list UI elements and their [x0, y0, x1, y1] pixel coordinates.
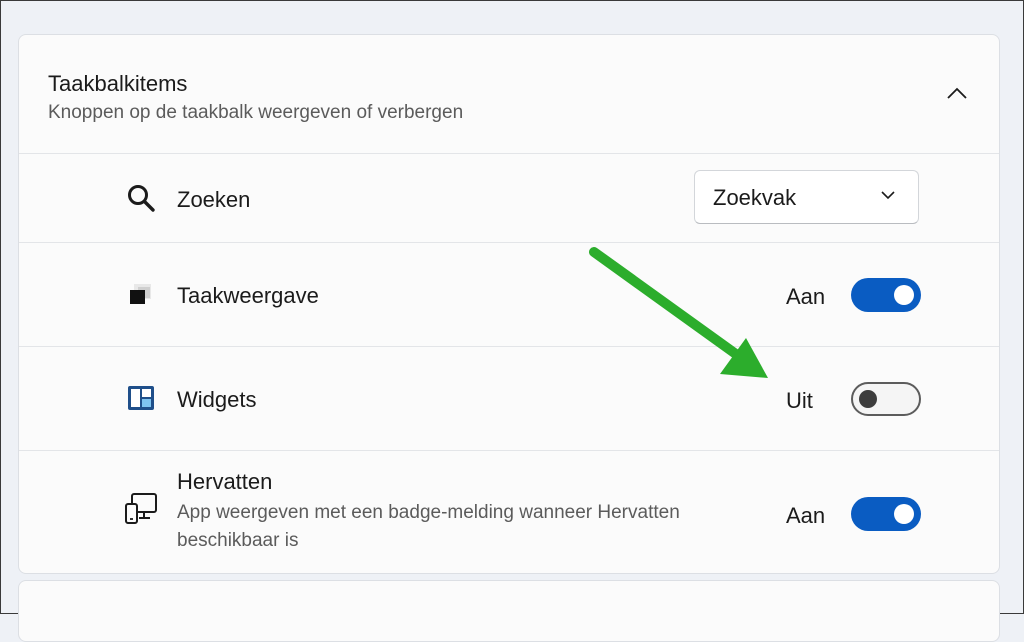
- search-mode-dropdown[interactable]: Zoekvak: [694, 170, 919, 224]
- widgets-icon: [124, 381, 158, 415]
- search-setting-row: Zoeken Zoekvak: [19, 154, 999, 243]
- collapse-button[interactable]: [937, 75, 977, 111]
- resume-state-label: Aan: [786, 503, 826, 528]
- resume-devices-icon: [124, 491, 158, 525]
- chevron-down-icon: [881, 191, 895, 200]
- taskbar-items-panel: Taakbalkitems Knoppen op de taakbalk wee…: [18, 34, 1000, 574]
- panel-subtitle: Knoppen op de taakbalk weergeven of verb…: [48, 102, 464, 123]
- widgets-toggle[interactable]: [851, 382, 921, 416]
- chevron-up-icon: [947, 87, 967, 99]
- task-view-label: Taakweergave: [177, 283, 319, 308]
- dropdown-selected-value: Zoekvak: [713, 185, 797, 210]
- resume-toggle[interactable]: [851, 497, 921, 531]
- toggle-knob: [894, 504, 914, 524]
- task-view-toggle[interactable]: [851, 278, 921, 312]
- task-view-state-label: Aan: [786, 284, 826, 309]
- toggle-knob: [859, 390, 877, 408]
- task-view-setting-row: Taakweergave Aan: [19, 243, 999, 347]
- resume-setting-row: Hervatten App weergeven met een badge-me…: [19, 451, 999, 573]
- search-icon: [124, 181, 158, 215]
- widgets-label: Widgets: [177, 387, 257, 412]
- task-view-icon: [124, 277, 158, 311]
- next-settings-panel: [18, 580, 1000, 642]
- toggle-knob: [894, 285, 914, 305]
- search-label: Zoeken: [177, 187, 251, 212]
- panel-title: Taakbalkitems: [48, 71, 188, 96]
- widgets-setting-row: Widgets Uit: [19, 347, 999, 451]
- widgets-state-label: Uit: [786, 388, 813, 413]
- resume-description: App weergeven met een badge-melding wann…: [177, 502, 680, 551]
- panel-header[interactable]: Taakbalkitems Knoppen op de taakbalk wee…: [19, 35, 999, 154]
- resume-label: Hervatten: [177, 469, 273, 494]
